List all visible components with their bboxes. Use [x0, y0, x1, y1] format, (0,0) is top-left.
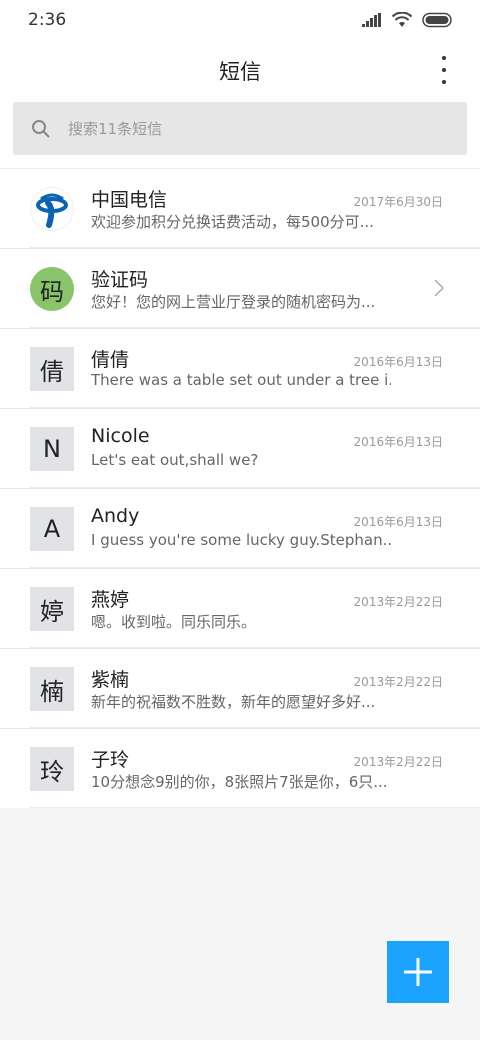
search-placeholder: 搜索11条短信 — [68, 120, 163, 138]
message-date: 2013年2月22日 — [353, 595, 443, 609]
chevron-right-icon — [434, 279, 444, 297]
search-input[interactable]: 搜索11条短信 — [13, 102, 467, 155]
message-date: 2016年6月13日 — [353, 435, 443, 449]
avatar: 婷 — [30, 587, 74, 631]
contact-name: 燕婷 — [91, 589, 130, 611]
message-date: 2016年6月13日 — [353, 355, 443, 369]
contact-name: Andy — [91, 505, 140, 527]
divider — [30, 807, 480, 808]
page-title: 短信 — [219, 60, 261, 84]
conversation-row[interactable]: 倩 倩倩 There was a table set out under a t… — [0, 328, 480, 408]
more-dot-icon — [442, 80, 446, 84]
conversation-row[interactable]: 婷 燕婷 嗯。收到啦。同乐同乐。 2013年2月22日 — [0, 568, 480, 648]
contact-name: 倩倩 — [91, 349, 130, 371]
message-date: 2013年2月22日 — [353, 755, 443, 769]
conversation-row[interactable]: A Andy I guess you're some lucky guy.Ste… — [0, 488, 480, 568]
avatar: 码 — [30, 267, 74, 311]
conversation-row[interactable]: 楠 紫楠 新年的祝福数不胜数，新年的愿望好多好... 2013年2月22日 — [0, 648, 480, 728]
message-snippet: 新年的祝福数不胜数，新年的愿望好多好... — [91, 693, 376, 711]
conversation-row[interactable]: 中国电信 欢迎参加积分兑换话费活动，每500分可... 2017年6月30日 — [0, 168, 480, 248]
battery-icon — [422, 12, 452, 28]
message-snippet: 欢迎参加积分兑换话费活动，每500分可... — [91, 213, 374, 231]
conversation-list: 中国电信 欢迎参加积分兑换话费活动，每500分可... 2017年6月30日 码… — [0, 168, 480, 808]
message-snippet: 嗯。收到啦。同乐同乐。 — [91, 613, 257, 631]
message-snippet: 10分想念9别的你，8张照片7张是你，6只... — [91, 773, 388, 791]
status-bar: 2:36 — [0, 0, 480, 44]
signal-icon — [362, 13, 381, 27]
message-snippet: Let's eat out,shall we? — [91, 451, 259, 469]
avatar: 楠 — [30, 667, 74, 711]
contact-name: 子玲 — [91, 749, 130, 771]
avatar: N — [30, 427, 74, 471]
conversation-row[interactable]: 玲 子玲 10分想念9别的你，8张照片7张是你，6只... 2013年2月22日 — [0, 728, 480, 808]
more-dot-icon — [442, 68, 446, 72]
message-date: 2016年6月13日 — [353, 515, 443, 529]
status-time: 2:36 — [28, 10, 67, 30]
more-options-button[interactable] — [434, 56, 454, 84]
message-snippet: 您好！您的网上营业厅登录的随机密码为... — [91, 293, 376, 311]
contact-name: 验证码 — [91, 269, 149, 291]
status-icons — [362, 12, 454, 28]
message-snippet: I guess you're some lucky guy.Stephan... — [91, 531, 391, 549]
contact-name: Nicole — [91, 425, 150, 447]
search-area: 搜索11条短信 — [0, 100, 480, 168]
avatar: 倩 — [30, 347, 74, 391]
conversation-row[interactable]: N Nicole Let's eat out,shall we? 2016年6月… — [0, 408, 480, 488]
wifi-icon — [392, 12, 412, 27]
new-message-button[interactable] — [387, 941, 449, 1003]
message-date: 2017年6月30日 — [353, 195, 443, 209]
plus-icon — [404, 958, 432, 986]
app-header: 短信 — [0, 44, 480, 100]
china-telecom-logo-icon — [30, 187, 74, 231]
message-date: 2013年2月22日 — [353, 675, 443, 689]
search-icon — [32, 120, 50, 138]
message-snippet: There was a table set out under a tree i… — [91, 371, 391, 389]
contact-name: 中国电信 — [91, 189, 168, 211]
contact-name: 紫楠 — [91, 669, 130, 691]
avatar: A — [30, 507, 74, 551]
more-dot-icon — [442, 56, 446, 60]
avatar: 玲 — [30, 747, 74, 791]
conversation-row[interactable]: 码 验证码 您好！您的网上营业厅登录的随机密码为... — [0, 248, 480, 328]
